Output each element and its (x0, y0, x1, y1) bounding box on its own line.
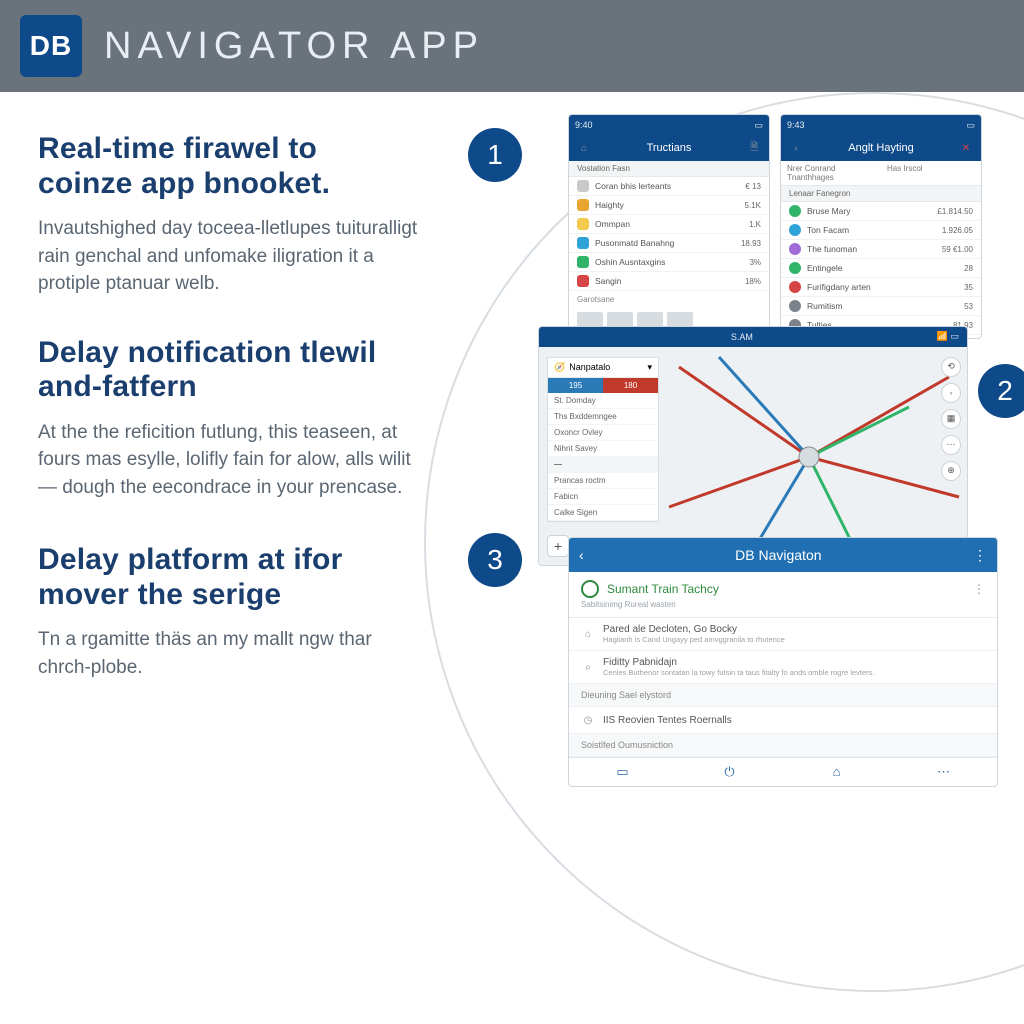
map-btn-1[interactable]: ⟲ (941, 357, 961, 377)
panel3-row[interactable]: ⌕Fiditty PabnidajnCenies Buthenor sontat… (569, 651, 997, 684)
feature-title-2: Delay notification tlewil and-fatfern (38, 336, 418, 405)
list-item[interactable]: The funoman59 €1.00 (781, 240, 981, 259)
panel3-title: DB Navigaton (584, 547, 973, 563)
list-item[interactable]: Rumitism53 (781, 297, 981, 316)
panel3-section-title: Sumant Train Tachcy ⋮ (581, 580, 985, 598)
home-icon: ⌂ (581, 627, 595, 641)
db-logo: DB (20, 15, 82, 77)
map-panel-item[interactable]: St. Domday (548, 393, 658, 409)
list-item[interactable]: Ommpan1.K (569, 215, 769, 234)
feature-title-1: Real-time firawel to coinze app bnooket. (38, 132, 418, 201)
map-btn-5[interactable]: ⊕ (941, 461, 961, 481)
map-panel-divider: — (548, 457, 658, 473)
tabbar-item[interactable]: ⌂ (783, 758, 890, 786)
content-area: Real-time firawel to coinze app bnooket.… (0, 92, 1024, 681)
phone-b-subheader: Lenaar Fanegron (781, 186, 981, 202)
feature-row-3: Delay platform at ifor mover the serige … (38, 543, 1024, 681)
list-item[interactable]: Ton Facam1.926.05 (781, 221, 981, 240)
doc-icon: 🗎 (747, 141, 761, 155)
map-panel-tabs: 195180 (548, 378, 658, 393)
panel3-row[interactable]: ⌂Pared ale Decloten, Go BockyHagiianh is… (569, 618, 997, 651)
tabbar-item[interactable]: ⋯ (890, 758, 997, 786)
map-right-buttons: ⟲ ◦ ▦ ⋯ ⊕ (941, 357, 961, 481)
map-side-panel: 🧭Nanpatalo▾ 195180 St. DomdayThs Bxddemn… (547, 357, 659, 522)
phone-mock-b: 9:43▭ ‹ Anglt Hayting ✕ Nrer Conrand Tna… (780, 114, 982, 339)
phone-mock-a: 9:40▭ ⌂ Tructians 🗎 Vostation Fasn Coran… (568, 114, 770, 339)
map-panel-item[interactable]: Prancas roctm (548, 473, 658, 489)
navigator-panel: ‹ DB Navigaton ⋮ Sumant Train Tachcy ⋮ S… (568, 537, 998, 787)
panel3-titlebar: ‹ DB Navigaton ⋮ (569, 538, 997, 572)
nav-icon: 🧭 (554, 362, 565, 373)
phone-a-footer: Garotsane (569, 291, 769, 308)
list-item[interactable]: Sangin18% (569, 272, 769, 291)
phone-b-list: Bruse Mary£1.814.50Ton Facam1.926.05The … (781, 202, 981, 335)
clock-icon: ◷ (581, 713, 595, 727)
map-panel-header: 🧭Nanpatalo▾ (548, 358, 658, 378)
panel3-extra1-label: Dieuning Sael elystord (569, 684, 997, 707)
more-icon[interactable]: ⋮ (973, 547, 987, 564)
map-btn-2[interactable]: ◦ (941, 383, 961, 403)
list-item[interactable]: Coran bhis lerteants€ 13 (569, 177, 769, 196)
close-icon: ✕ (959, 141, 973, 155)
tabbar-item[interactable]: ⏻ (676, 758, 783, 786)
phone-b-nav-title: Anglt Hayting (811, 142, 951, 154)
map-btn-4[interactable]: ⋯ (941, 435, 961, 455)
map-panel-item[interactable]: Nihnt Savey (548, 441, 658, 457)
map-panel-item[interactable]: Oxoncr Ovley (548, 425, 658, 441)
map-mockup: S.AM📶 ▭ 🧭Nanpatalo▾ 195180 St. DomdayThs… (538, 326, 968, 566)
list-item[interactable]: Entingele28 (781, 259, 981, 278)
feature-body-3: Tn a rgamitte thäs an my mallt ngw thar … (38, 626, 418, 681)
badge-3: 3 (468, 533, 522, 587)
tabbar-item[interactable]: ▭ (569, 758, 676, 786)
phone-a-list: Coran bhis lerteants€ 13Haighty5.1KOmmpa… (569, 177, 769, 291)
route-lines (659, 347, 968, 566)
badge-2: 2 (978, 364, 1024, 418)
panel3-section: Sumant Train Tachcy ⋮ Sabitsinimg Rureal… (569, 572, 997, 618)
feature-text-2: Delay notification tlewil and-fatfern At… (38, 336, 418, 502)
feature-row-2: Delay notification tlewil and-fatfern At… (38, 336, 1024, 502)
badge-1: 1 (468, 128, 522, 182)
app-title: NAVIGATOR APP (104, 25, 484, 68)
phone-a-subheader: Vostation Fasn (569, 161, 769, 177)
phone-b-statusbar: 9:43▭ (781, 115, 981, 135)
feature-body-1: Invautshighed day toceea-lletlupes tuitu… (38, 215, 418, 298)
feature-title-3: Delay platform at ifor mover the serige (38, 543, 418, 612)
back-icon: ‹ (789, 141, 803, 155)
panel3-section-sub: Sabitsinimg Rureal wasten (581, 600, 985, 609)
feature-body-2: At the the reficition futlung, this teas… (38, 419, 418, 502)
map-panel-item[interactable]: Ths Bxddemngee (548, 409, 658, 425)
map-btn-3[interactable]: ▦ (941, 409, 961, 429)
map-statusbar: S.AM📶 ▭ (539, 327, 967, 347)
feature-row-1: Real-time firawel to coinze app bnooket.… (38, 132, 1024, 298)
home-icon: ⌂ (577, 141, 591, 155)
list-item[interactable]: Furifigdany arten35 (781, 278, 981, 297)
phone-b-tabs: Nrer Conrand TnanthhagesHas Irscol (781, 161, 981, 186)
phone-b-nav: ‹ Anglt Hayting ✕ (781, 135, 981, 161)
phone-a-statusbar: 9:40▭ (569, 115, 769, 135)
list-item[interactable]: Haighty5.1K (569, 196, 769, 215)
feature-text-3: Delay platform at ifor mover the serige … (38, 543, 418, 681)
panel3-extra1-row: ◷IIS Reovien Tentes Roernalls (569, 707, 997, 734)
list-item[interactable]: Oshin Ausntaxgins3% (569, 253, 769, 272)
feature-text-1: Real-time firawel to coinze app bnooket.… (38, 132, 418, 298)
panel3-tabbar: ▭⏻⌂⋯ (569, 757, 997, 786)
map-panel-item[interactable]: Calke Sigen (548, 505, 658, 521)
phone-a-nav: ⌂ Tructians 🗎 (569, 135, 769, 161)
map-panel-item[interactable]: Fabicn (548, 489, 658, 505)
search-icon: ⌕ (581, 660, 595, 674)
phone-mockups-row1: 9:40▭ ⌂ Tructians 🗎 Vostation Fasn Coran… (568, 114, 982, 339)
list-item[interactable]: Pusonmatd Banahng18.93 (569, 234, 769, 253)
panel3-extra2-label: Soistlfed Oumusniction (569, 734, 997, 757)
more-icon[interactable]: ⋮ (973, 582, 985, 596)
list-item[interactable]: Bruse Mary£1.814.50 (781, 202, 981, 221)
app-header: DB NAVIGATOR APP (0, 0, 1024, 92)
phone-a-nav-title: Tructians (599, 142, 739, 154)
